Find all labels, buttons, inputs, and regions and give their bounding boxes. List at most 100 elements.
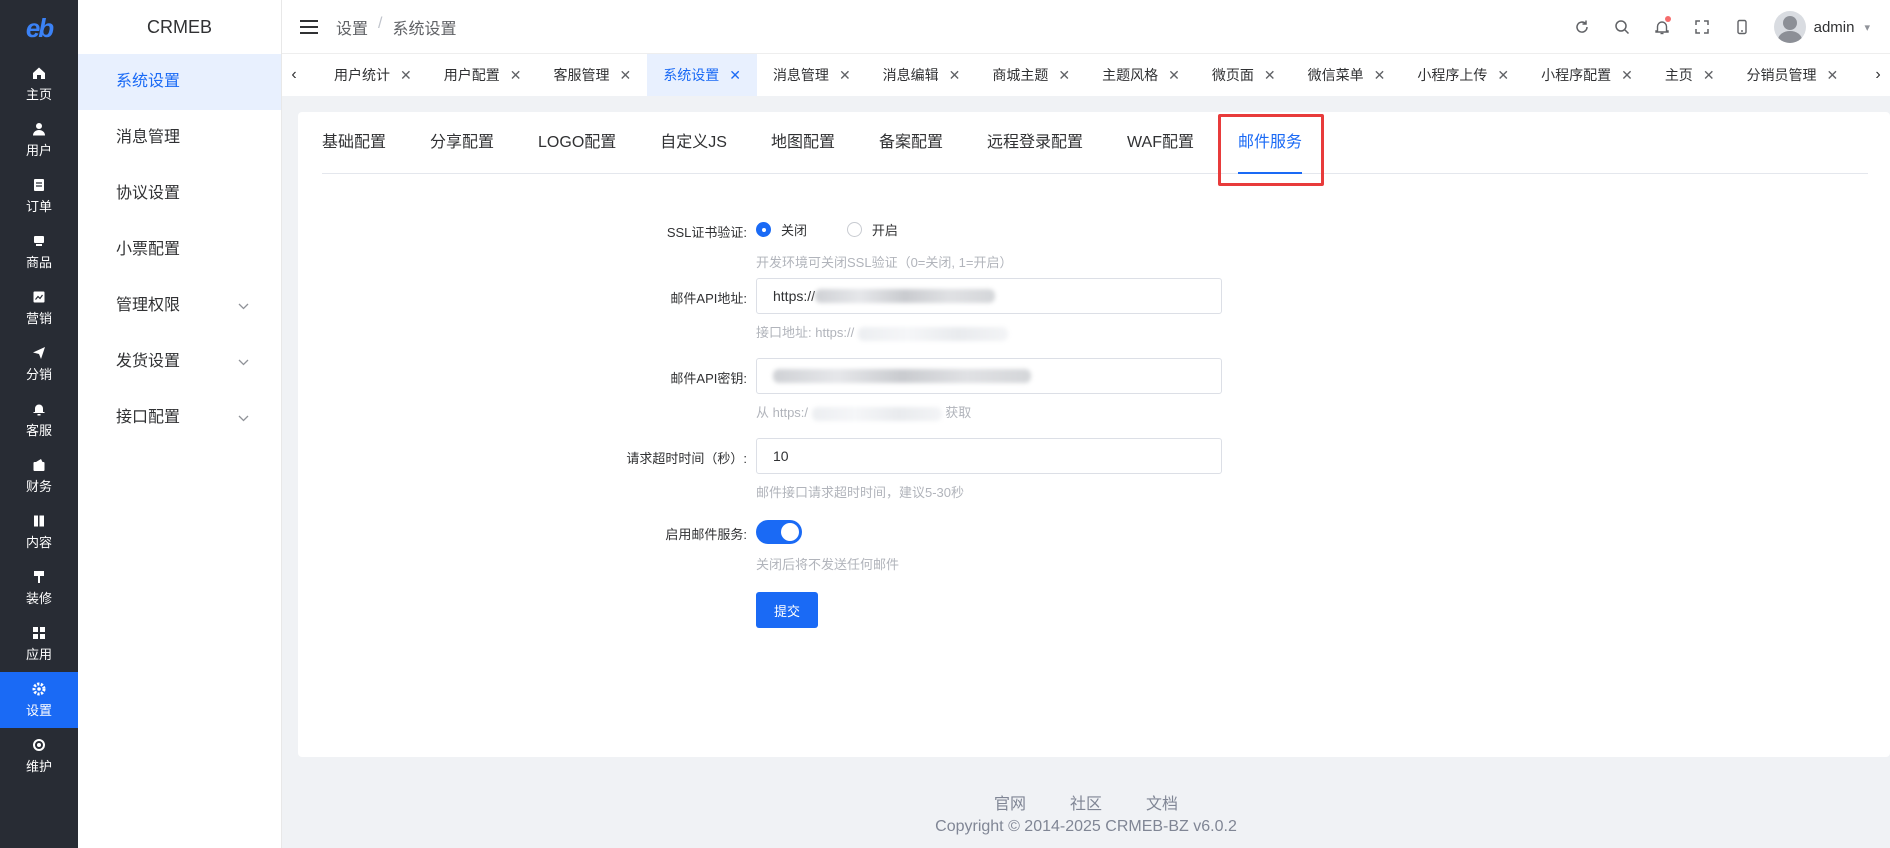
close-icon[interactable]: ✕ — [1621, 67, 1633, 84]
open-tab[interactable]: 客服管理 ✕ — [537, 54, 647, 96]
submenu-item[interactable]: 接口配置 — [78, 390, 281, 446]
open-tab[interactable]: 系统设置 ✕ — [647, 54, 757, 96]
enable-mail-switch[interactable] — [756, 520, 802, 544]
close-icon[interactable]: ✕ — [1374, 67, 1386, 84]
rail-item[interactable]: 分销 — [0, 336, 78, 392]
settings-tab[interactable]: 备案配置 — [857, 112, 965, 174]
rail-item[interactable]: 设置 — [0, 672, 78, 728]
settings-tab[interactable]: 地图配置 — [749, 112, 857, 174]
ssl-off-radio[interactable]: 关闭 — [756, 220, 807, 239]
open-tab[interactable]: 消息管理 ✕ — [757, 54, 867, 96]
distribution-icon — [32, 346, 46, 360]
chevron-right-icon[interactable]: › — [1866, 54, 1890, 96]
collapse-menu-icon[interactable] — [300, 19, 318, 34]
timeout-input[interactable]: 10 — [756, 438, 1222, 474]
rail-item[interactable]: 订单 — [0, 168, 78, 224]
settings-tab[interactable]: 邮件服务 — [1216, 112, 1324, 174]
submenu-item-label: 发货设置 — [116, 353, 181, 370]
app-logo[interactable]: eb — [0, 0, 78, 56]
submenu-item[interactable]: 消息管理 — [78, 110, 281, 166]
redacted-value — [815, 289, 996, 303]
chevron-left-icon[interactable]: ‹ — [282, 54, 306, 96]
close-icon[interactable]: ✕ — [400, 67, 412, 84]
close-icon[interactable]: ✕ — [839, 67, 851, 84]
close-icon[interactable]: ✕ — [1264, 67, 1276, 84]
submenu-item-label: 消息管理 — [116, 129, 181, 146]
search-icon[interactable] — [1602, 0, 1642, 54]
open-tab[interactable]: 主题风格 ✕ — [1086, 54, 1196, 96]
rail-item-label: 内容 — [25, 534, 52, 550]
username[interactable]: admin — [1814, 19, 1855, 36]
close-icon[interactable]: ✕ — [1827, 67, 1839, 84]
open-tab[interactable]: 分销员管理 ✕ — [1731, 54, 1855, 96]
close-icon[interactable]: ✕ — [510, 67, 522, 84]
rail-item[interactable]: 内容 — [0, 504, 78, 560]
breadcrumb-item[interactable]: 设置 — [336, 15, 368, 39]
rail-item[interactable]: 财务 — [0, 448, 78, 504]
settings-tab[interactable]: LOGO配置 — [516, 112, 638, 174]
api-url-value: https:// — [773, 288, 816, 304]
rail-item[interactable]: 商品 — [0, 224, 78, 280]
api-key-input[interactable] — [756, 358, 1222, 394]
product-icon — [32, 234, 46, 248]
open-tab[interactable]: 微页面 ✕ — [1196, 54, 1292, 96]
rail-item-label: 商品 — [25, 254, 52, 270]
close-icon[interactable]: ✕ — [949, 67, 961, 84]
avatar[interactable] — [1773, 11, 1806, 43]
settings-tab[interactable]: 远程登录配置 — [965, 112, 1105, 174]
close-icon[interactable]: ✕ — [1497, 67, 1509, 84]
submit-button[interactable]: 提交 — [756, 592, 818, 628]
close-icon[interactable]: ✕ — [1168, 67, 1180, 84]
ssl-label: SSL证书验证: — [666, 225, 747, 240]
logo-text: eb — [25, 12, 54, 43]
open-tab-label: 主页 — [1664, 67, 1693, 83]
rail-item[interactable]: 主页 — [0, 56, 78, 112]
rail-item[interactable]: 应用 — [0, 616, 78, 672]
rail-item[interactable]: 维护 — [0, 728, 78, 784]
open-tab-label: 客服管理 — [553, 67, 610, 83]
close-icon[interactable]: ✕ — [1058, 67, 1070, 84]
settings-tab[interactable]: 自定义JS — [638, 112, 749, 174]
close-icon[interactable]: ✕ — [729, 67, 741, 84]
submenu-item[interactable]: 系统设置 — [78, 54, 281, 110]
open-tab[interactable]: 小程序上传 ✕ — [1401, 54, 1525, 96]
mobile-preview-icon[interactable] — [1722, 0, 1762, 54]
footer-link-community[interactable]: 社区 — [1070, 790, 1102, 814]
sub-nav: CRMEB 系统设置 消息管理 协议设置 小票配置 管理权限 发货设置 接口配置 — [78, 0, 282, 848]
submenu-item[interactable]: 小票配置 — [78, 222, 281, 278]
rail-item-label: 维护 — [25, 758, 52, 774]
rail-item[interactable]: 营销 — [0, 280, 78, 336]
open-tab-label: 小程序配置 — [1541, 67, 1612, 83]
chevron-down-icon[interactable]: ▾ — [1864, 21, 1870, 34]
ssl-off-label: 关闭 — [781, 223, 808, 238]
open-tab[interactable]: 消息编辑 ✕ — [867, 54, 977, 96]
close-icon[interactable]: ✕ — [619, 67, 631, 84]
settings-tab[interactable]: 基础配置 — [322, 112, 408, 174]
open-tab[interactable]: 主页 ✕ — [1649, 54, 1731, 96]
open-tab[interactable]: 小程序配置 ✕ — [1525, 54, 1649, 96]
open-tab[interactable]: 商城主题 ✕ — [976, 54, 1086, 96]
open-tab-label: 用户配置 — [443, 67, 500, 83]
footer-link-docs[interactable]: 文档 — [1146, 790, 1178, 814]
open-tab[interactable]: 微信菜单 ✕ — [1292, 54, 1402, 96]
rail-item-label: 应用 — [25, 646, 52, 662]
rail-item[interactable]: 客服 — [0, 392, 78, 448]
marketing-icon — [32, 290, 46, 304]
settings-tab[interactable]: 分享配置 — [408, 112, 516, 174]
fullscreen-icon[interactable] — [1682, 0, 1722, 54]
submenu-item[interactable]: 发货设置 — [78, 334, 281, 390]
api-url-input[interactable]: https:// — [756, 278, 1222, 314]
refresh-icon[interactable] — [1562, 0, 1602, 54]
submenu-item[interactable]: 管理权限 — [78, 278, 281, 334]
order-icon — [32, 178, 46, 192]
open-tab[interactable]: 用户统计 ✕ — [318, 54, 428, 96]
footer-link-official[interactable]: 官网 — [994, 790, 1026, 814]
rail-item[interactable]: 装修 — [0, 560, 78, 616]
rail-item[interactable]: 用户 — [0, 112, 78, 168]
settings-tab[interactable]: WAF配置 — [1105, 112, 1216, 174]
submenu-item[interactable]: 协议设置 — [78, 166, 281, 222]
ssl-on-radio[interactable]: 开启 — [846, 220, 898, 239]
bell-icon[interactable] — [1642, 0, 1682, 54]
close-icon[interactable]: ✕ — [1703, 67, 1715, 84]
open-tab[interactable]: 用户配置 ✕ — [428, 54, 538, 96]
